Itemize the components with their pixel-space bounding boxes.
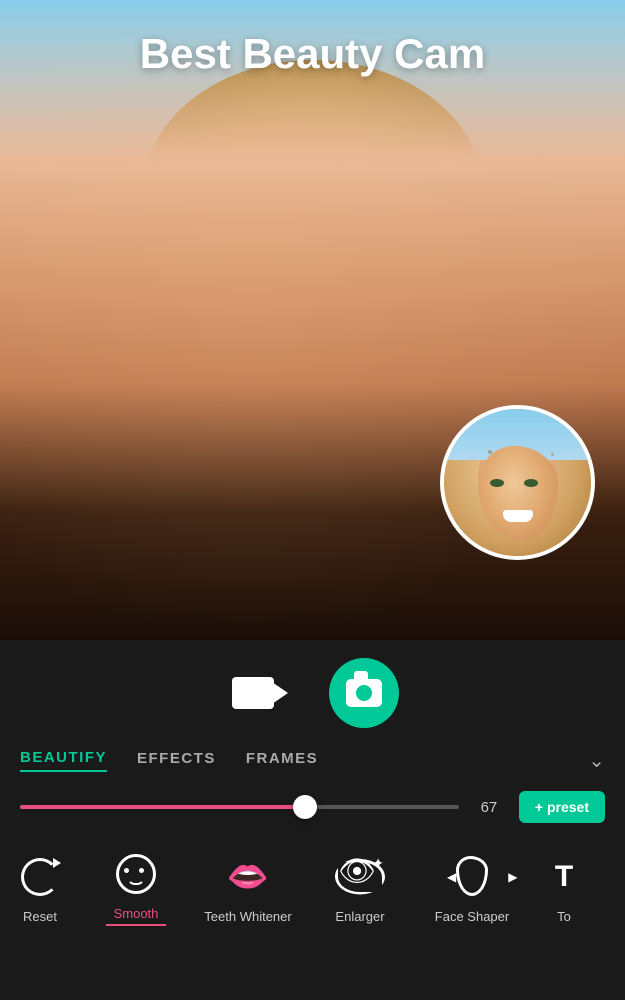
beauty-slider-track[interactable] — [20, 805, 459, 809]
shaper-arrows — [447, 868, 517, 886]
slider-value: 67 — [474, 799, 504, 816]
smooth-eye-left — [124, 868, 129, 873]
feature-teeth-whitener[interactable]: 👄 Teeth Whitener — [192, 846, 304, 929]
teeth-icon: 👄 — [222, 851, 274, 903]
feature-to[interactable]: T To — [528, 846, 600, 929]
photo-mode-button[interactable] — [329, 658, 399, 728]
tabs-row: BEAUTIFY EFFECTS FRAMES ⌄ — [0, 740, 625, 781]
smooth-label: Smooth — [114, 906, 159, 921]
beauty-slider-thumb[interactable] — [293, 795, 317, 819]
enlarger-label: Enlarger — [335, 909, 384, 924]
to-partial-text: T — [555, 860, 573, 894]
tab-beautify[interactable]: BEAUTIFY — [20, 749, 107, 772]
features-row: Reset Smooth — [0, 833, 625, 936]
feature-smooth[interactable]: Smooth — [80, 843, 192, 931]
camera-body-icon — [346, 679, 382, 707]
shaper-arrow-left — [447, 868, 456, 886]
smooth-eye-right — [139, 868, 144, 873]
face-shaper-icon — [446, 851, 498, 903]
camera-icon — [346, 679, 382, 707]
smooth-active-indicator — [106, 924, 166, 926]
app-title: Best Beauty Cam — [140, 30, 485, 77]
lips-icon: 👄 — [227, 860, 269, 894]
reset-label: Reset — [23, 909, 57, 924]
feature-reset[interactable]: Reset — [0, 846, 80, 929]
app-title-area: Best Beauty Cam — [0, 30, 625, 78]
smooth-icon — [110, 848, 162, 900]
thumb-face-photo — [444, 409, 591, 556]
to-icon: T — [538, 851, 590, 903]
photo-area: Best Beauty Cam — [0, 0, 625, 640]
smooth-face-icon — [113, 851, 159, 897]
shaper-arrow-right — [508, 868, 517, 886]
camera-lens-icon — [356, 685, 372, 701]
feature-face-shaper[interactable]: Face Shaper — [416, 846, 528, 929]
smooth-face-circle — [116, 854, 156, 894]
control-panel: BEAUTIFY EFFECTS FRAMES ⌄ 67 + preset Re… — [0, 640, 625, 1000]
tab-effects[interactable]: EFFECTS — [137, 750, 216, 771]
camera-controls — [0, 640, 625, 740]
reset-icon — [14, 851, 66, 903]
teeth-whitener-label: Teeth Whitener — [204, 909, 291, 924]
enlarger-icon: 👁 ✦ — [334, 851, 386, 903]
tabs-expand-chevron[interactable]: ⌄ — [588, 748, 605, 773]
video-icon — [232, 677, 274, 709]
to-label: To — [557, 909, 571, 924]
slider-row: 67 + preset — [0, 781, 625, 833]
tab-frames[interactable]: FRAMES — [246, 750, 318, 771]
preset-button[interactable]: + preset — [519, 791, 605, 823]
face-shaper-label: Face Shaper — [435, 909, 509, 924]
reset-circle-icon — [21, 858, 59, 896]
face-shaper-shape — [449, 854, 495, 900]
comparison-thumbnail[interactable] — [440, 405, 595, 560]
app-container: Best Beauty Cam — [0, 0, 625, 1000]
video-mode-button[interactable] — [227, 672, 279, 714]
feature-enlarger[interactable]: 👁 ✦ Enlarger — [304, 846, 416, 929]
